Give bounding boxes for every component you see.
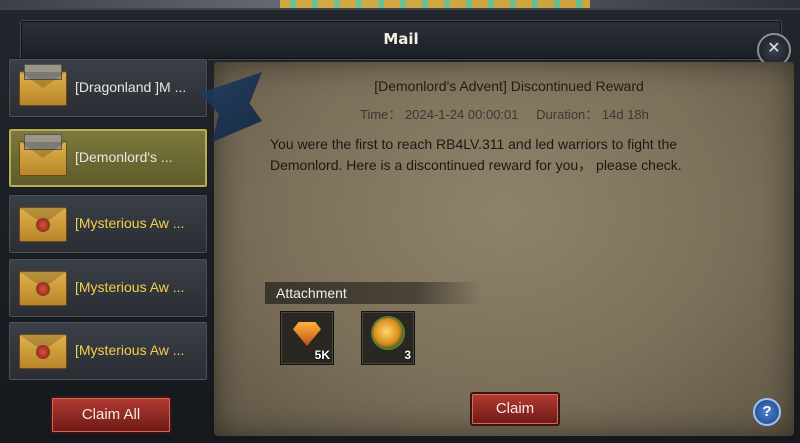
open-envelope-icon (19, 134, 67, 176)
wax-seal-icon (36, 345, 50, 359)
attachment-qty: 3 (404, 348, 411, 362)
mail-body: You were the first to reach RB4LV.311 an… (270, 136, 682, 173)
mail-item-label: [Mysterious Aw ... (75, 342, 185, 358)
claim-button[interactable]: Claim (470, 392, 560, 426)
mail-list-item[interactable]: [Mysterious Aw ... (8, 258, 208, 318)
sealed-envelope-icon (19, 207, 67, 242)
mail-list-item-selected[interactable]: [Demonlord's ... (8, 128, 208, 188)
mail-item-label: [Mysterious Aw ... (75, 215, 185, 231)
mail-time: Time： 2024-1-24 00:00:01 (360, 107, 519, 122)
help-icon[interactable]: ? (753, 398, 781, 426)
mail-list-item[interactable]: [Mysterious Aw ... (8, 321, 208, 381)
mail-meta: Time： 2024-1-24 00:00:01 Duration： 14d 1… (360, 104, 663, 123)
mail-duration: Duration： 14d 18h (536, 107, 649, 122)
title-bar: Mail ✕ (20, 20, 791, 67)
mail-list: [Dragonland ]M ... [Demonlord's ... [Mys… (8, 58, 208, 388)
mail-item-label: [Demonlord's ... (75, 149, 173, 165)
sealed-envelope-icon (19, 271, 67, 306)
mail-item-label: [Mysterious Aw ... (75, 279, 185, 295)
wax-seal-icon (36, 282, 50, 296)
attachment-header: Attachment (265, 282, 481, 304)
attachment-item[interactable]: 3 (361, 311, 415, 365)
gem-icon (293, 322, 321, 346)
claim-all-button[interactable]: Claim All (50, 396, 172, 434)
mail-list-item[interactable]: [Mysterious Aw ... (8, 194, 208, 254)
mail-list-item[interactable]: [Dragonland ]M ... (8, 58, 208, 118)
sealed-envelope-icon (19, 334, 67, 369)
open-envelope-icon (19, 64, 67, 106)
mail-subject: [Demonlord's Advent] Discontinued Reward (374, 78, 644, 94)
resource-strip-decoration (280, 0, 590, 8)
attachment-qty: 5K (314, 348, 330, 362)
attachment-item[interactable]: 5K (280, 311, 334, 365)
wax-seal-icon (36, 218, 50, 232)
mail-item-label: [Dragonland ]M ... (75, 79, 187, 95)
orb-icon (373, 318, 403, 348)
window-title: Mail (383, 30, 419, 48)
